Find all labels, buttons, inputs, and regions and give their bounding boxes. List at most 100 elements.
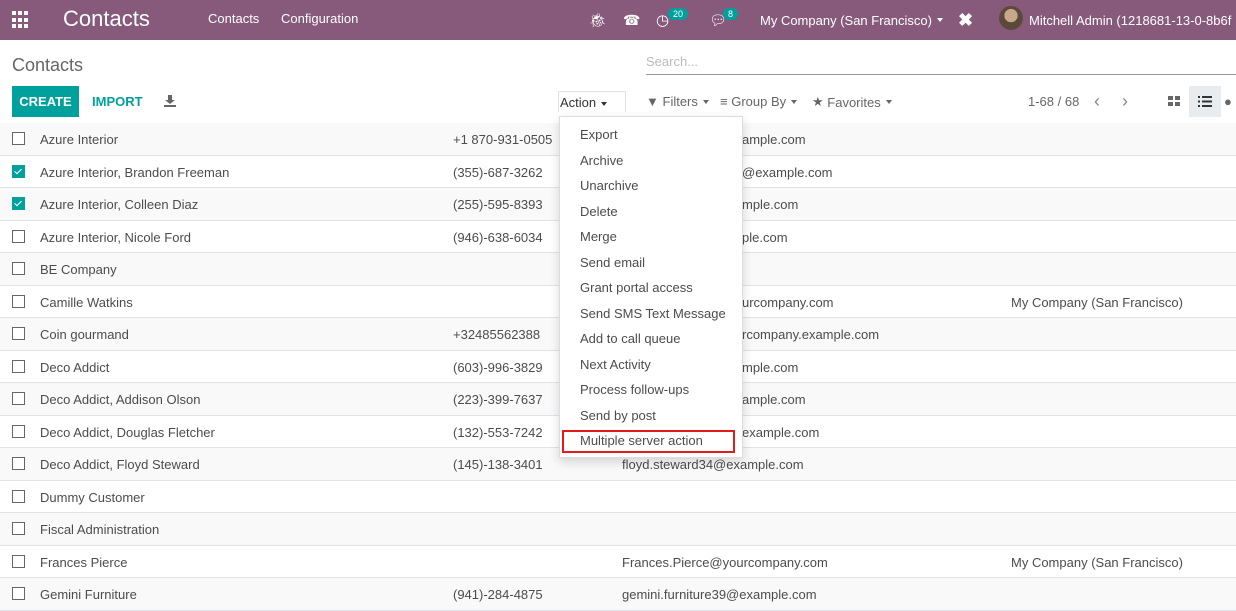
contact-company: My Company (San Francisco) (1011, 294, 1183, 310)
company-name: My Company (San Francisco) (760, 12, 932, 28)
table-row[interactable]: Fiscal Administration (0, 513, 1236, 546)
contact-phone: +32485562388 (453, 327, 541, 342)
row-checkbox[interactable] (12, 327, 25, 340)
action-dropdown-toggle[interactable]: Action (558, 91, 627, 112)
row-checkbox[interactable] (12, 522, 25, 535)
action-menu-item[interactable]: Grant portal access (580, 280, 693, 295)
contact-email: rcompany.example.com (742, 327, 880, 342)
contact-email: gemini.furniture39@example.com (622, 587, 817, 602)
row-checkbox[interactable] (12, 359, 25, 373)
row-checkbox[interactable] (12, 424, 25, 438)
contact-name: Azure Interior, Nicole Ford (40, 229, 192, 245)
row-checkbox[interactable] (12, 262, 25, 275)
contact-phone: (355)-687-3262 (453, 164, 543, 180)
row-checkbox[interactable] (12, 294, 25, 308)
chevron-down-icon (936, 18, 943, 22)
action-menu-item[interactable]: Merge (580, 229, 617, 244)
action-menu-item[interactable]: Send email (580, 255, 645, 270)
create-button[interactable]: CREATE (12, 86, 79, 117)
breadcrumb: Contacts (12, 55, 84, 75)
contact-name: Deco Addict, Douglas Fletcher (40, 424, 215, 440)
pager-value[interactable]: 1-68 / 68 (1028, 94, 1079, 109)
debug-icon[interactable]: 🐞︎ (589, 0, 607, 40)
map-view-icon[interactable]: ● (1224, 86, 1236, 117)
chevron-down-icon (885, 100, 892, 104)
contact-email: floyd.steward34@example.com (622, 457, 804, 472)
pager-previous-icon[interactable]: ‹ (1094, 91, 1100, 112)
favorites-button[interactable]: ★ Favorites (812, 94, 892, 110)
contact-company: My Company (San Francisco) (1011, 554, 1183, 570)
action-menu-item[interactable]: Unarchive (580, 178, 639, 193)
contact-name: Deco Addict (40, 359, 110, 375)
table-row[interactable]: Frances Pierce Frances.Pierce@yourcompany… (0, 546, 1236, 578)
chevron-down-icon (702, 99, 709, 104)
row-checkbox[interactable] (12, 587, 25, 600)
contact-name: Dummy Customer (40, 489, 145, 505)
contact-name: Camille Watkins (40, 294, 133, 310)
contact-email: ple.com (742, 229, 788, 245)
contact-email: mple.com (742, 359, 799, 375)
contact-name: Azure Interior, Brandon Freeman (40, 164, 230, 180)
contact-phone: (946)-638-6034 (453, 229, 543, 245)
action-menu-item[interactable]: Process follow-ups (580, 382, 689, 397)
action-label: Action (560, 95, 597, 110)
action-menu-item[interactable]: Export (580, 127, 618, 142)
row-checkbox[interactable] (12, 457, 25, 470)
contact-email: example.com (742, 424, 820, 440)
top-navbar: Contacts Contacts Configuration 🐞︎ ☎︎ ◷ … (0, 0, 1236, 40)
activity-count-badge: 20 (668, 8, 689, 20)
chevron-down-icon (601, 101, 608, 106)
company-switcher[interactable]: My Company (San Francisco) (760, 0, 943, 40)
menu-configuration[interactable]: Configuration (281, 11, 358, 26)
contact-name: Frances Pierce (40, 554, 128, 570)
contact-phone: (603)-996-3829 (453, 359, 543, 375)
action-dropdown-menu: Export Archive Unarchive Delete Merge Send em… (559, 116, 743, 458)
control-panel: Contacts CREATE IMPORT Action Search... … (0, 40, 1236, 127)
pager-next-icon[interactable]: › (1122, 91, 1128, 112)
row-checkbox[interactable] (12, 164, 25, 178)
row-checkbox[interactable] (12, 229, 25, 243)
user-menu[interactable]: Mitchell Admin (1218681-13-0-8b6f (1029, 0, 1231, 40)
app-title: Contacts (63, 6, 150, 31)
activity-icon[interactable]: ◷ (656, 0, 669, 40)
chevron-down-icon (791, 99, 798, 104)
filter-icon: ▼ (646, 94, 659, 109)
contact-phone: (145)-138-3401 (453, 457, 543, 472)
message-count-badge: 8 (723, 8, 739, 20)
action-menu-item[interactable]: Send SMS Text Message (580, 306, 726, 321)
user-avatar[interactable] (999, 6, 1023, 30)
filters-button[interactable]: ▼ Filters (646, 94, 709, 109)
contact-email: mple.com (742, 197, 799, 212)
highlight-box (562, 430, 735, 453)
list-icon: ≡ (720, 94, 728, 109)
list-view-icon[interactable] (1189, 86, 1221, 117)
table-row[interactable]: Gemini Furniture (941)-284-4875 gemini.fur… (0, 578, 1236, 611)
contact-name: Fiscal Administration (40, 522, 160, 537)
action-menu-item[interactable]: Next Activity (580, 357, 651, 372)
row-checkbox[interactable] (12, 489, 25, 503)
messages-icon[interactable]: 💬︎ (709, 0, 727, 40)
apps-menu-icon[interactable] (12, 11, 30, 29)
contact-phone: (255)-595-8393 (453, 197, 543, 212)
download-icon[interactable] (163, 94, 177, 108)
contact-name: Azure Interior (40, 132, 119, 147)
row-checkbox[interactable] (12, 392, 25, 405)
import-button[interactable]: IMPORT (92, 94, 143, 109)
row-checkbox[interactable] (12, 132, 25, 145)
action-menu-item[interactable]: Add to call queue (580, 331, 680, 346)
phone-icon[interactable]: ☎︎ (623, 0, 640, 40)
contact-email: @example.com (742, 164, 833, 180)
contact-email: Frances.Pierce@yourcompany.com (622, 554, 828, 570)
menu-contacts[interactable]: Contacts (208, 11, 259, 26)
action-menu-item[interactable]: Archive (580, 153, 623, 168)
contact-name: Deco Addict, Floyd Steward (40, 457, 200, 472)
action-menu-item[interactable]: Delete (580, 204, 618, 219)
search-input[interactable]: Search... (646, 50, 1236, 75)
kanban-view-icon[interactable] (1158, 86, 1190, 117)
row-checkbox[interactable] (12, 197, 25, 210)
table-row[interactable]: Dummy Customer (0, 481, 1236, 513)
row-checkbox[interactable] (12, 554, 25, 568)
settings-tools-icon[interactable]: ✖ (958, 0, 973, 40)
group-by-button[interactable]: ≡ Group By (720, 94, 798, 109)
action-menu-item[interactable]: Send by post (580, 408, 656, 423)
